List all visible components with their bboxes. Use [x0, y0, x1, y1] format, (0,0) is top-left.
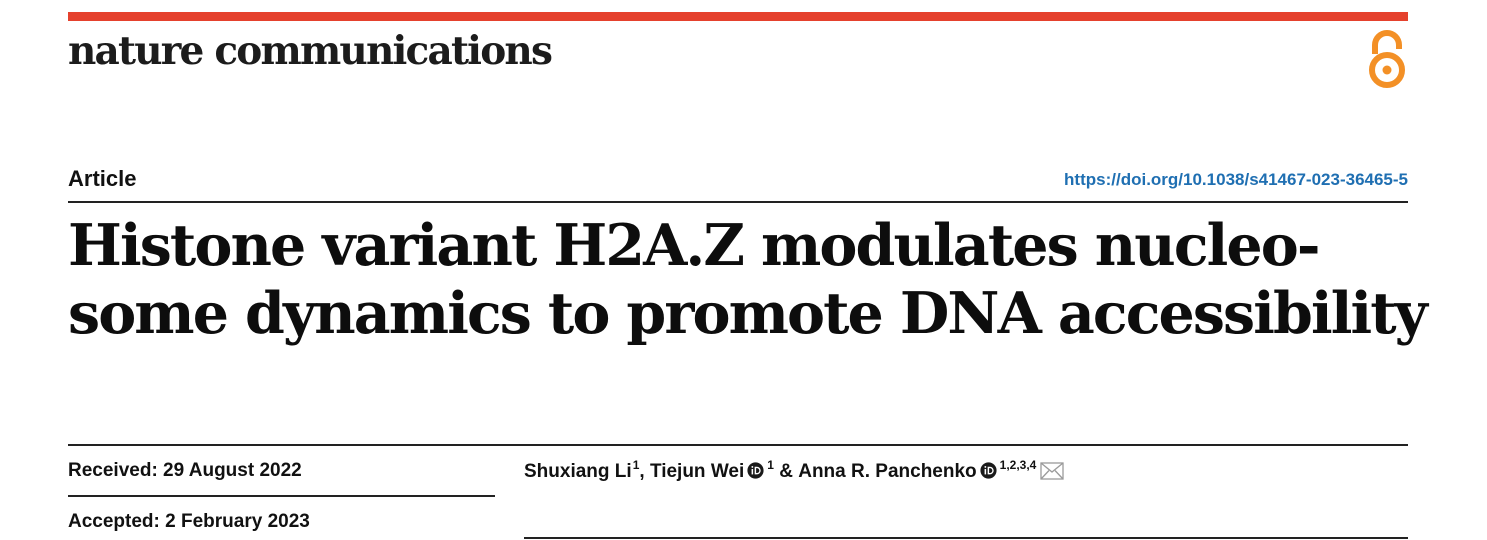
- mail-icon[interactable]: [1040, 462, 1065, 480]
- accepted-date: Accepted: 2 February 2023: [68, 511, 310, 532]
- author-affiliation: 1,2,3,4: [999, 458, 1037, 472]
- author-affiliation: 1: [767, 458, 774, 472]
- orcid-icon[interactable]: [980, 462, 997, 479]
- received-date: Received: 29 August 2022: [68, 460, 302, 481]
- doi-link[interactable]: https://doi.org/10.1038/s41467-023-36465…: [1064, 170, 1408, 190]
- received-divider: [68, 495, 495, 497]
- author-name[interactable]: Anna R. Panchenko: [798, 461, 976, 483]
- title-line-2: some dynamics to promote DNA accessibili…: [68, 280, 1428, 347]
- open-access-icon: [1369, 30, 1405, 88]
- article-title: Histone variant H2A.Z modulates nucleo- …: [68, 212, 1428, 348]
- title-divider: [68, 201, 1408, 203]
- author-affiliation: 1: [632, 458, 640, 472]
- author-name[interactable]: Shuxiang Li: [524, 461, 632, 483]
- title-line-1: Histone variant H2A.Z modulates nucleo-: [68, 212, 1321, 279]
- journal-top-bar: [68, 12, 1408, 21]
- author-separator: ,: [639, 461, 650, 482]
- author-separator: &: [773, 461, 799, 482]
- authors-bottom-divider: [524, 537, 1408, 539]
- article-type: Article: [68, 166, 137, 191]
- metadata-divider: [68, 444, 1408, 446]
- orcid-icon[interactable]: [747, 462, 764, 479]
- author-name[interactable]: Tiejun Wei: [650, 461, 744, 483]
- journal-name[interactable]: nature communications: [68, 28, 553, 74]
- author-list: Shuxiang Li 1 , Tiejun Wei 1 & Anna R. P…: [524, 458, 1065, 483]
